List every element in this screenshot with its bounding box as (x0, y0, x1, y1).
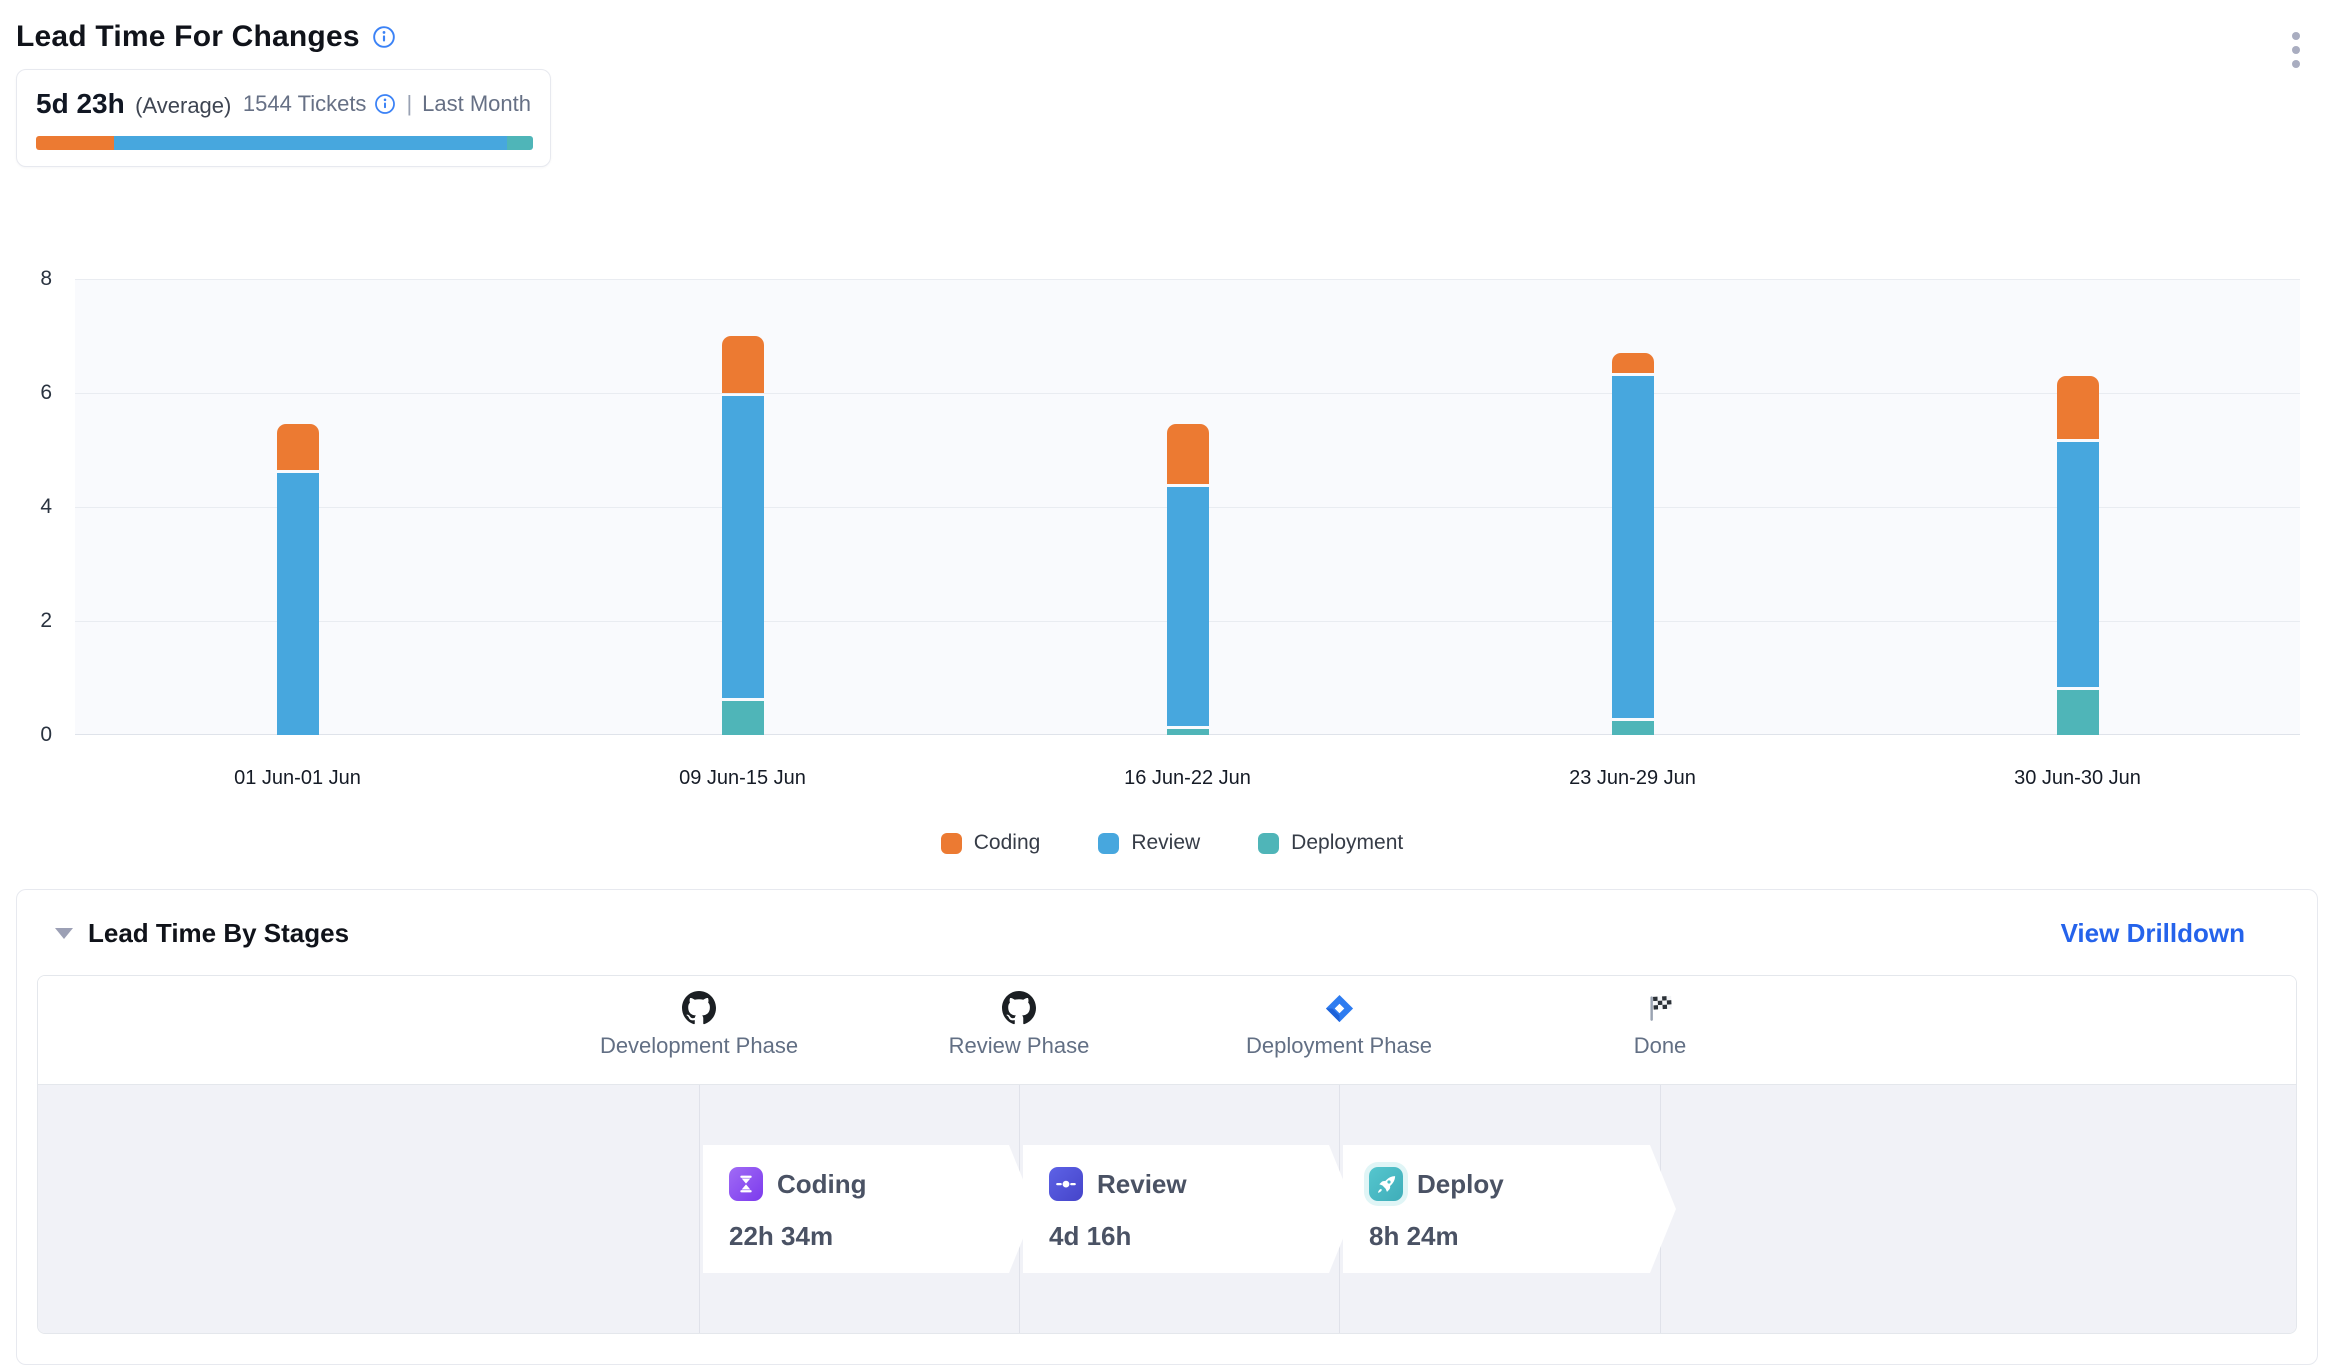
legend-item-coding[interactable]: Coding (941, 831, 1041, 855)
y-axis-tick-8: 8 (16, 266, 52, 292)
phase-label: Done (1634, 1033, 1687, 1059)
stages-section-title: Lead Time By Stages (88, 918, 349, 949)
bar-segment-deployment-1[interactable] (722, 701, 764, 735)
legend-label: Coding (974, 831, 1041, 855)
jira-icon (1324, 990, 1355, 1026)
stage-card-head: Deploy (1369, 1167, 1676, 1201)
summary-card: 5d 23h (Average) 1544 Tickets | Last Mon… (16, 69, 551, 167)
github-icon (682, 990, 716, 1026)
phase-label: Deployment Phase (1246, 1033, 1432, 1059)
stage-title: Review (1097, 1169, 1187, 1200)
title-info-icon[interactable] (372, 25, 396, 49)
average-value: 5d 23h (36, 88, 125, 119)
chart-y-axis: 02468 (16, 279, 52, 735)
summary-meta: 1544 Tickets | Last Month (243, 91, 531, 117)
lead-time-for-changes-panel: Lead Time For Changes 5d 23h (Average) 1… (0, 0, 2344, 1352)
y-axis-tick-4: 4 (16, 494, 52, 520)
y-axis-tick-0: 0 (16, 722, 52, 748)
legend-swatch-coding (941, 833, 962, 854)
lead-time-by-stages-section: Lead Time By Stages View Drilldown Devel… (16, 889, 2318, 1365)
chart-plot: 01 Jun-01 Jun09 Jun-15 Jun16 Jun-22 Jun2… (75, 279, 2300, 735)
period-label: Last Month (422, 91, 531, 117)
gridline-y-8 (75, 279, 2300, 280)
x-axis-label-4: 30 Jun-30 Jun (1928, 767, 2228, 790)
phase-label: Development Phase (600, 1033, 798, 1059)
bar-segment-coding-4[interactable] (2057, 376, 2099, 439)
bar-segment-coding-0[interactable] (277, 424, 319, 470)
bar-segment-coding-2[interactable] (1167, 424, 1209, 484)
bar-segment-deployment-4[interactable] (2057, 690, 2099, 735)
rocket-icon (1369, 1167, 1403, 1201)
phase-label: Review Phase (949, 1033, 1090, 1059)
stage-duration: 22h 34m (729, 1221, 1035, 1252)
bar-segment-deployment-3[interactable] (1612, 721, 1654, 735)
stage-card-head: Coding (729, 1167, 1035, 1201)
github-icon (1002, 990, 1036, 1026)
summary-top-row: 5d 23h (Average) 1544 Tickets | Last Mon… (36, 88, 531, 120)
x-axis-label-2: 16 Jun-22 Jun (1038, 767, 1338, 790)
bar-segment-review-2[interactable] (1167, 487, 1209, 726)
collapse-caret-icon[interactable] (55, 928, 73, 939)
x-axis-label-0: 01 Jun-01 Jun (148, 767, 448, 790)
stages-body: Coding 22h 34m Review 4d 16h Deploy 8h 24m (38, 1085, 2296, 1333)
git-commit-icon (1049, 1167, 1083, 1201)
stage-duration: 8h 24m (1369, 1221, 1676, 1252)
tickets-info-icon[interactable] (374, 93, 396, 115)
bar-segment-review-0[interactable] (277, 473, 319, 735)
phase-header-row: Development Phase Review Phase Deployment … (38, 976, 2296, 1085)
y-axis-tick-6: 6 (16, 380, 52, 406)
bar-segment-review-3[interactable] (1612, 376, 1654, 718)
bar-segment-coding-3[interactable] (1612, 353, 1654, 373)
stage-card-coding[interactable]: Coding 22h 34m (703, 1145, 1035, 1273)
legend-label: Review (1131, 831, 1200, 855)
distribution-segment-coding (36, 136, 114, 150)
column-divider (699, 1085, 700, 1333)
panel-header: Lead Time For Changes (16, 0, 2328, 54)
stage-title: Deploy (1417, 1169, 1504, 1200)
lead-time-distribution-bar (36, 136, 533, 150)
checkered-flag-icon (1645, 990, 1676, 1026)
tickets-count: 1544 Tickets (243, 91, 367, 117)
legend-item-deployment[interactable]: Deployment (1258, 831, 1403, 855)
view-drilldown-link[interactable]: View Drilldown (2061, 918, 2245, 949)
bar-segment-deployment-2[interactable] (1167, 729, 1209, 735)
chart-legend: Coding Review Deployment (16, 831, 2328, 855)
stages-header: Lead Time By Stages View Drilldown (17, 890, 2317, 949)
separator: | (406, 91, 412, 117)
bar-segment-coding-1[interactable] (722, 336, 764, 393)
hourglass-icon (729, 1167, 763, 1201)
page-title: Lead Time For Changes (16, 20, 360, 54)
y-axis-tick-2: 2 (16, 608, 52, 634)
stage-card-review[interactable]: Review 4d 16h (1023, 1145, 1355, 1273)
x-axis-label-3: 23 Jun-29 Jun (1483, 767, 1783, 790)
distribution-segment-review (114, 136, 507, 150)
legend-swatch-review (1098, 833, 1119, 854)
legend-label: Deployment (1291, 831, 1403, 855)
stage-title: Coding (777, 1169, 867, 1200)
stage-card-deploy[interactable]: Deploy 8h 24m (1343, 1145, 1676, 1273)
stages-header-left: Lead Time By Stages (55, 918, 349, 949)
stage-duration: 4d 16h (1049, 1221, 1355, 1252)
legend-swatch-deployment (1258, 833, 1279, 854)
x-axis-label-1: 09 Jun-15 Jun (593, 767, 893, 790)
lead-time-chart: 02468 01 Jun-01 Jun09 Jun-15 Jun16 Jun-2… (16, 279, 2328, 819)
kebab-menu-icon[interactable] (2292, 32, 2300, 68)
legend-item-review[interactable]: Review (1098, 831, 1200, 855)
average-label: (Average) (135, 93, 231, 118)
stage-card-head: Review (1049, 1167, 1355, 1201)
average-lead-time: 5d 23h (Average) (36, 88, 231, 120)
phase-header-done: Done (1460, 990, 1860, 1059)
bar-segment-review-4[interactable] (2057, 442, 2099, 687)
bar-segment-review-1[interactable] (722, 396, 764, 698)
stages-table: Development Phase Review Phase Deployment … (37, 975, 2297, 1334)
gridline-y-6 (75, 393, 2300, 394)
distribution-segment-deployment (507, 136, 533, 150)
